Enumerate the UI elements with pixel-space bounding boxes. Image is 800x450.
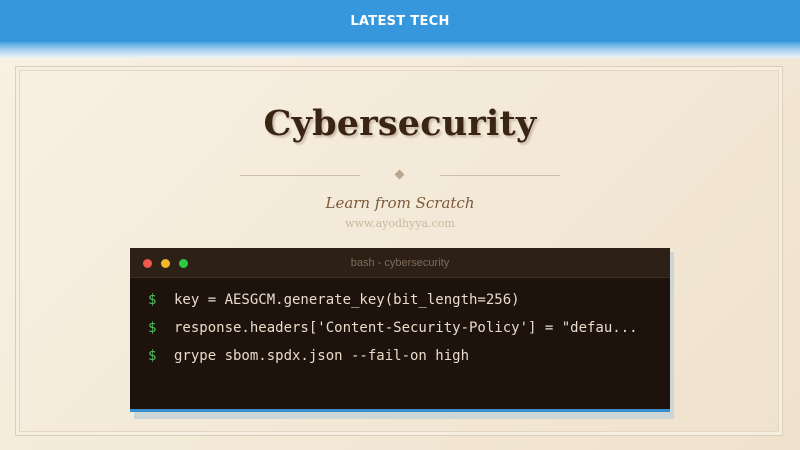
prompt-symbol: $ bbox=[148, 348, 157, 364]
prompt-symbol: $ bbox=[148, 292, 157, 308]
terminal-line: $ grype sbom.spdx.json --fail-on high bbox=[148, 348, 469, 364]
divider-left bbox=[240, 175, 360, 176]
command-text: grype sbom.spdx.json --fail-on high bbox=[174, 348, 470, 364]
prompt-symbol: $ bbox=[148, 320, 157, 336]
divider-right bbox=[440, 175, 560, 176]
command-text: response.headers['Content-Security-Polic… bbox=[174, 320, 638, 336]
terminal-titlebar: bash - cybersecurity bbox=[130, 248, 670, 278]
terminal-line: $ response.headers['Content-Security-Poli… bbox=[148, 320, 638, 336]
terminal-title: bash - cybersecurity bbox=[350, 257, 450, 269]
header-bar: LATEST TECH bbox=[0, 0, 800, 42]
terminal-window: bash - cybersecurity $ key = AESGCM.gener… bbox=[130, 248, 670, 412]
page-title: Cybersecurity bbox=[263, 103, 537, 144]
command-text: key = AESGCM.generate_key(bit_length=256… bbox=[174, 292, 520, 308]
header-fade bbox=[0, 42, 800, 58]
website-label: www.ayodhyya.com bbox=[345, 217, 455, 230]
terminal-line: $ key = AESGCM.generate_key(bit_length=25… bbox=[148, 292, 520, 308]
header-label: LATEST TECH bbox=[350, 13, 450, 29]
subtitle: Learn from Scratch bbox=[325, 194, 475, 212]
